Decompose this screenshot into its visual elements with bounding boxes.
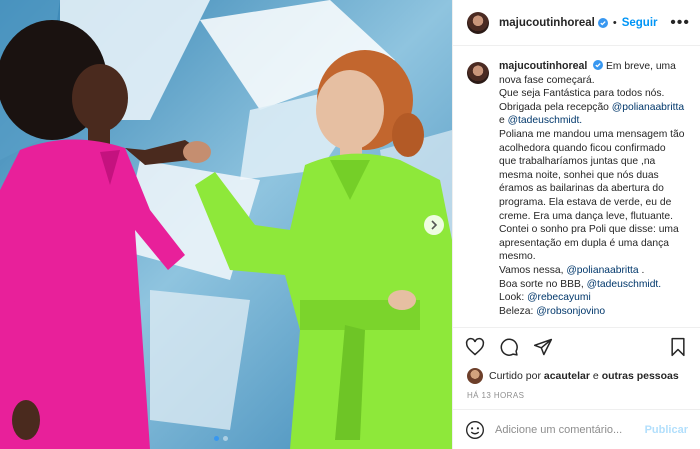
caption: majucoutinhoreal Em breve, uma nova fase…	[453, 46, 700, 327]
bookmark-icon[interactable]	[668, 337, 688, 357]
post-header: majucoutinhoreal • Seguir •••	[453, 0, 700, 46]
mention-link[interactable]: @robsonjovino	[536, 306, 605, 317]
caption-line: Beleza:	[499, 305, 534, 317]
follow-button[interactable]: Seguir	[622, 17, 658, 29]
likes-connector: e	[592, 370, 599, 382]
caption-line: Em breve, uma	[606, 61, 676, 72]
caption-line: Vamos nessa,	[499, 264, 564, 276]
carousel-dot	[214, 436, 219, 441]
caption-line: apresentação em dupla é uma dança	[499, 237, 670, 249]
caption-username[interactable]: majucoutinhoreal	[499, 60, 587, 72]
caption-period: .	[638, 264, 645, 276]
more-options-icon[interactable]: •••	[670, 14, 690, 32]
separator-dot: •	[612, 16, 617, 29]
mention-link[interactable]: @tadeuschmidt.	[587, 279, 662, 290]
chevron-right-icon	[431, 220, 438, 230]
photo-two-presenters	[0, 0, 452, 449]
carousel-next-button[interactable]	[424, 215, 444, 235]
caption-line: Boa sorte no BBB,	[499, 278, 584, 290]
share-icon[interactable]	[533, 337, 553, 357]
publish-button[interactable]: Publicar	[645, 424, 688, 436]
avatar[interactable]	[467, 11, 489, 34]
caption-line: Que seja Fantástica para todos nós.	[499, 88, 665, 100]
caption-line: Poliana me mandou uma mensagem tão	[499, 128, 685, 140]
verified-badge-icon	[597, 17, 608, 28]
liker-avatar[interactable]	[467, 368, 483, 384]
mention-link[interactable]: @polianaabritta	[612, 102, 684, 113]
likes-others-link[interactable]: outras pessoas	[602, 370, 679, 382]
caption-text: majucoutinhoreal Em breve, uma nova fase…	[499, 60, 684, 327]
caption-line: creme. Era uma dança leve, flutuante.	[499, 210, 673, 222]
post-image[interactable]	[0, 0, 452, 449]
carousel-dot	[223, 436, 228, 441]
caption-line: e	[499, 115, 505, 127]
comment-bar: Publicar	[453, 409, 700, 449]
post-sidebar: majucoutinhoreal • Seguir ••• majucoutin…	[452, 0, 700, 449]
liker-username[interactable]: acautelar	[544, 370, 590, 382]
post-timestamp[interactable]: HÁ 13 HORAS	[453, 387, 700, 409]
mention-link[interactable]: @rebecayumi	[527, 292, 591, 303]
caption-line: Contei o sonho pra Poli que disse: uma	[499, 224, 679, 236]
avatar[interactable]	[467, 62, 489, 84]
emoji-icon[interactable]	[465, 420, 485, 440]
caption-line: acolhedora quando ficou confirmado	[499, 142, 666, 154]
verified-badge-icon	[593, 60, 604, 70]
heart-icon[interactable]	[465, 337, 485, 357]
mention-link[interactable]: @tadeuschmidt.	[508, 115, 583, 126]
carousel-indicator	[214, 436, 228, 441]
caption-line: programa. Ela estava de verde, eu de	[499, 196, 672, 208]
action-bar	[453, 327, 700, 365]
caption-line: nova fase começará.	[499, 74, 595, 86]
comment-input[interactable]	[495, 423, 645, 436]
username-link[interactable]: majucoutinhoreal	[499, 17, 595, 29]
caption-line: éramos as bailarinas da abertura do	[499, 183, 664, 195]
comment-icon[interactable]	[499, 337, 519, 357]
caption-line: Look:	[499, 292, 525, 304]
caption-line: mesma noite, sonhei que nós duas	[499, 169, 659, 181]
mention-link[interactable]: @polianaabritta	[566, 265, 638, 276]
caption-line: Obrigada pela recepção	[499, 101, 609, 113]
caption-line: que trabalharíamos juntas que ,na	[499, 156, 656, 168]
likes-summary: Curtido por acautelar e outras pessoas	[453, 365, 700, 387]
instagram-post: majucoutinhoreal • Seguir ••• majucoutin…	[0, 0, 700, 449]
caption-line: mesmo.	[499, 251, 536, 263]
likes-prefix: Curtido por	[489, 370, 541, 382]
